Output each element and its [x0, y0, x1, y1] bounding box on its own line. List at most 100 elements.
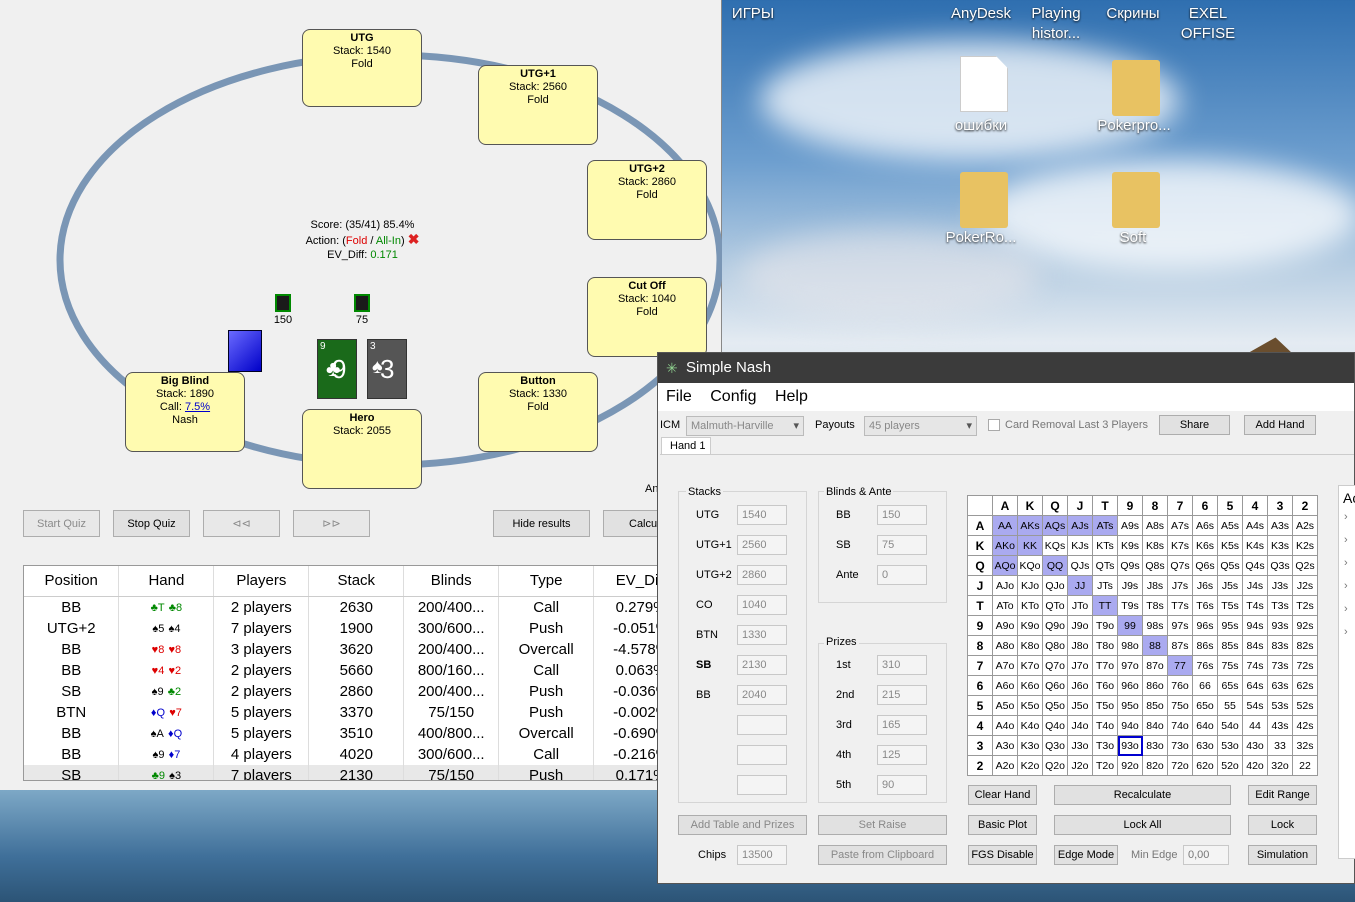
hand-cell[interactable]: Q2o [1042, 755, 1068, 776]
hand-cell[interactable]: T2o [1092, 755, 1118, 776]
menu-file[interactable]: File [666, 388, 692, 405]
hand-cell[interactable]: 96s [1192, 615, 1218, 636]
hand-cell[interactable]: 77 [1167, 655, 1193, 676]
hand-cell[interactable]: 84s [1242, 635, 1268, 656]
hand-cell[interactable]: T9o [1092, 615, 1118, 636]
hand-cell[interactable]: 72s [1292, 655, 1318, 676]
table-row[interactable]: UTG+2 ♠5 ♠4 7 players 1900 300/600... Push -0.… [24, 618, 722, 639]
payouts-select[interactable]: 45 players [864, 416, 977, 436]
hand-cell[interactable]: Q8s [1142, 555, 1168, 576]
hand-cell[interactable]: 42o [1242, 755, 1268, 776]
text-file-icon[interactable] [960, 56, 1008, 112]
hand-cell[interactable]: A7s [1167, 515, 1193, 536]
hand-cell[interactable]: A7o [992, 655, 1018, 676]
hand-cell[interactable]: 53s [1267, 695, 1293, 716]
hand-cell[interactable]: Q3s [1267, 555, 1293, 576]
hand-cell[interactable]: QJs [1067, 555, 1093, 576]
hand-cell[interactable]: J8o [1067, 635, 1093, 656]
hand-cell[interactable]: 95o [1117, 695, 1143, 716]
hand-cell[interactable]: 22 [1292, 755, 1318, 776]
menu-config[interactable]: Config [710, 388, 756, 405]
next-button[interactable]: ⊳⊳ [293, 510, 370, 537]
hand-cell[interactable]: QQ [1042, 555, 1068, 576]
table-row[interactable]: SB ♠9 ♣2 2 players 2860 200/400... Push -0.036… [24, 681, 722, 702]
hand-cell[interactable]: 55 [1217, 695, 1243, 716]
hand-cell[interactable]: T3s [1267, 595, 1293, 616]
hand-cell[interactable]: KTs [1092, 535, 1118, 556]
hand-cell[interactable]: J5o [1067, 695, 1093, 716]
hand-cell[interactable]: KJo [1017, 575, 1043, 596]
hand-cell[interactable]: 93o [1117, 735, 1143, 756]
hand-cell[interactable]: KQs [1042, 535, 1068, 556]
paste-clipboard-button[interactable]: Paste from Clipboard [818, 845, 947, 865]
value-field[interactable]: 2860 [737, 565, 787, 585]
hand-cell[interactable]: T6o [1092, 675, 1118, 696]
value-field[interactable]: 1330 [737, 625, 787, 645]
hand-cell[interactable]: Q6o [1042, 675, 1068, 696]
hand-cell[interactable]: A5o [992, 695, 1018, 716]
hand-cell[interactable]: T4s [1242, 595, 1268, 616]
hand-cell[interactable]: Q5o [1042, 695, 1068, 716]
hand-cell[interactable]: AQo [992, 555, 1018, 576]
hand-cell[interactable]: 97s [1167, 615, 1193, 636]
hide-results-button[interactable]: Hide results [493, 510, 590, 537]
hand-cell[interactable]: 73o [1167, 735, 1193, 756]
hand-cell[interactable]: 83s [1267, 635, 1293, 656]
hand-cell[interactable]: T8s [1142, 595, 1168, 616]
hand-cell[interactable]: T5o [1092, 695, 1118, 716]
fgs-disable-button[interactable]: FGS Disable [968, 845, 1037, 865]
hand-cell[interactable]: JJ [1067, 575, 1093, 596]
hand-cell[interactable]: 82s [1292, 635, 1318, 656]
column-header[interactable]: Blinds [403, 566, 500, 597]
hand-cell[interactable]: K9s [1117, 535, 1143, 556]
hand-cell[interactable]: T7o [1092, 655, 1118, 676]
hand-cell[interactable]: KK [1017, 535, 1043, 556]
hand-cell[interactable]: K2s [1292, 535, 1318, 556]
hand-cell[interactable]: 76o [1167, 675, 1193, 696]
hand-cell[interactable]: J2o [1067, 755, 1093, 776]
hand-cell[interactable]: 94o [1117, 715, 1143, 736]
hand-cell[interactable]: J5s [1217, 575, 1243, 596]
hand-cell[interactable]: 53o [1217, 735, 1243, 756]
value-field[interactable]: 2130 [737, 655, 787, 675]
table-row[interactable]: BB ♣T ♣8 2 players 2630 200/400... Call 0.279%… [24, 596, 722, 618]
desktop-label-soft[interactable]: Soft [1098, 228, 1168, 248]
pokerstars-folder-icon[interactable] [960, 172, 1008, 228]
hand-cell[interactable]: 72o [1167, 755, 1193, 776]
hand-range-grid[interactable]: A K Q J T 9 8 7 6 5 4 3 2 A AA AKs AQs AJs ATs A9s A8s A7s A6s… [967, 495, 1318, 776]
hand-cell[interactable]: AJs [1067, 515, 1093, 536]
hand-cell[interactable]: T7s [1167, 595, 1193, 616]
hand-cell[interactable]: QTs [1092, 555, 1118, 576]
hand-cell[interactable]: Q9o [1042, 615, 1068, 636]
hand-cell[interactable]: TT [1092, 595, 1118, 616]
hand-cell[interactable]: J7s [1167, 575, 1193, 596]
hand-cell[interactable]: K4s [1242, 535, 1268, 556]
hand-cell[interactable]: QTo [1042, 595, 1068, 616]
hand-cell[interactable]: JTs [1092, 575, 1118, 596]
hand-cell[interactable]: 74o [1167, 715, 1193, 736]
hand-cell[interactable]: 52o [1217, 755, 1243, 776]
hand-cell[interactable]: A3o [992, 735, 1018, 756]
hand-cell[interactable]: 87o [1142, 655, 1168, 676]
hand-cell[interactable]: 76s [1192, 655, 1218, 676]
column-header[interactable]: Type [498, 566, 595, 597]
hand-cell[interactable]: Q8o [1042, 635, 1068, 656]
desktop-label-anydesk[interactable]: AnyDesk [946, 4, 1016, 24]
column-header[interactable]: Hand [118, 566, 215, 597]
hand-cell[interactable]: J9o [1067, 615, 1093, 636]
soft-folder-icon[interactable] [1112, 172, 1160, 228]
hand-cell[interactable]: K3o [1017, 735, 1043, 756]
hand-cell[interactable]: 86s [1192, 635, 1218, 656]
value-field[interactable]: 1040 [737, 595, 787, 615]
hand-cell[interactable]: 32o [1267, 755, 1293, 776]
hand-cell[interactable]: 62o [1192, 755, 1218, 776]
hand-cell[interactable]: 95s [1217, 615, 1243, 636]
hand-cell[interactable]: JTo [1067, 595, 1093, 616]
basic-plot-button[interactable]: Basic Plot [968, 815, 1037, 835]
table-row[interactable]: BB ♠9 ♦7 4 players 4020 300/600... Call -0.216… [24, 744, 722, 765]
hand-cell[interactable]: 63s [1267, 675, 1293, 696]
hand-cell[interactable]: Q5s [1217, 555, 1243, 576]
lock-button[interactable]: Lock [1248, 815, 1317, 835]
hand-cell[interactable]: 52s [1292, 695, 1318, 716]
hand-cell[interactable]: A4o [992, 715, 1018, 736]
